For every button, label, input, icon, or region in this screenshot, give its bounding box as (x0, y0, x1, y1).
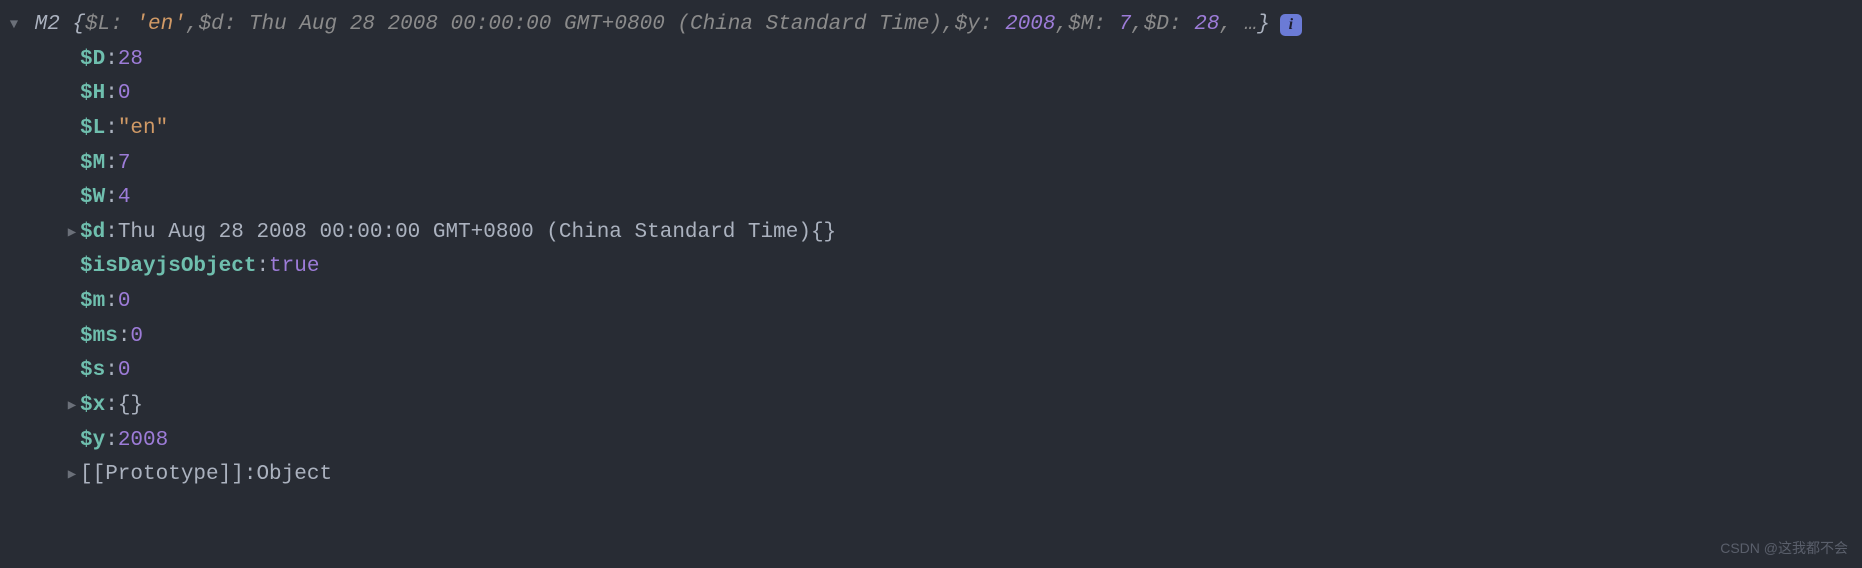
prototype-row[interactable]: ▶ [[Prototype]]: Object (0, 458, 1862, 493)
property-row[interactable]: ▶ $H: 0 (0, 77, 1862, 112)
preview-comma: , (186, 8, 199, 43)
property-key: $isDayjsObject (80, 250, 256, 285)
property-key: $L (80, 112, 105, 147)
property-key: $s (80, 354, 105, 389)
info-badge-icon[interactable]: i (1280, 14, 1302, 36)
property-key: $ms (80, 320, 118, 355)
property-value: 0 (118, 285, 131, 320)
property-key: $m (80, 285, 105, 320)
property-value: 0 (118, 354, 131, 389)
property-value: Object (256, 458, 332, 493)
property-key: $M (80, 147, 105, 182)
expand-arrow-right-icon[interactable]: ▶ (64, 222, 80, 245)
property-value: 28 (118, 43, 143, 78)
property-row[interactable]: ▶ $m: 0 (0, 285, 1862, 320)
property-value: 7 (118, 147, 131, 182)
property-value: 0 (118, 77, 131, 112)
watermark: CSDN @这我都不会 (1720, 537, 1848, 560)
brace-open: { (72, 8, 85, 43)
property-row[interactable]: ▶ $isDayjsObject: true (0, 250, 1862, 285)
property-value: 2008 (118, 424, 168, 459)
class-name: M2 (35, 8, 60, 43)
property-key: $D (80, 43, 105, 78)
preview-comma: , (1056, 8, 1069, 43)
property-row[interactable]: ▶ $W: 4 (0, 181, 1862, 216)
property-row[interactable]: ▶ $D: 28 (0, 43, 1862, 78)
preview-comma: , (942, 8, 955, 43)
property-row[interactable]: ▶ $x: {} (0, 389, 1862, 424)
property-value: {} (118, 389, 143, 424)
property-key: $d (80, 216, 105, 251)
expand-arrow-down-icon[interactable]: ▼ (6, 14, 22, 37)
property-key: [[Prototype]] (80, 458, 244, 493)
preview-item-4: $D: 28 (1144, 8, 1220, 43)
property-value: Thu Aug 28 2008 00:00:00 GMT+0800 (China… (118, 216, 811, 251)
preview-ellipsis: , … (1219, 8, 1257, 43)
property-suffix: {} (811, 216, 836, 251)
property-row[interactable]: ▶ $ms: 0 (0, 320, 1862, 355)
preview-item-2: $y: 2008 (955, 8, 1056, 43)
preview-item-1: $d: Thu Aug 28 2008 00:00:00 GMT+0800 (C… (198, 8, 942, 43)
property-row[interactable]: ▶ $d: Thu Aug 28 2008 00:00:00 GMT+0800 … (0, 216, 1862, 251)
expand-arrow-right-icon[interactable]: ▶ (64, 464, 80, 487)
property-row[interactable]: ▶ $s: 0 (0, 354, 1862, 389)
property-row[interactable]: ▶ $M: 7 (0, 147, 1862, 182)
property-value: 0 (130, 320, 143, 355)
preview-item-0: $L: 'en' (85, 8, 186, 43)
property-key: $x (80, 389, 105, 424)
brace-close: } (1257, 8, 1270, 43)
property-key: $y (80, 424, 105, 459)
property-value: "en" (118, 112, 168, 147)
property-row[interactable]: ▶ $L: "en" (0, 112, 1862, 147)
preview-comma: , (1131, 8, 1144, 43)
property-row[interactable]: ▶ $y: 2008 (0, 424, 1862, 459)
property-key: $W (80, 181, 105, 216)
property-value: true (269, 250, 319, 285)
property-value: 4 (118, 181, 131, 216)
object-summary-row[interactable]: ▼ M2 { $L: 'en' , $d: Thu Aug 28 2008 00… (0, 8, 1862, 43)
preview-item-3: $M: 7 (1068, 8, 1131, 43)
expand-arrow-right-icon[interactable]: ▶ (64, 395, 80, 418)
property-key: $H (80, 77, 105, 112)
